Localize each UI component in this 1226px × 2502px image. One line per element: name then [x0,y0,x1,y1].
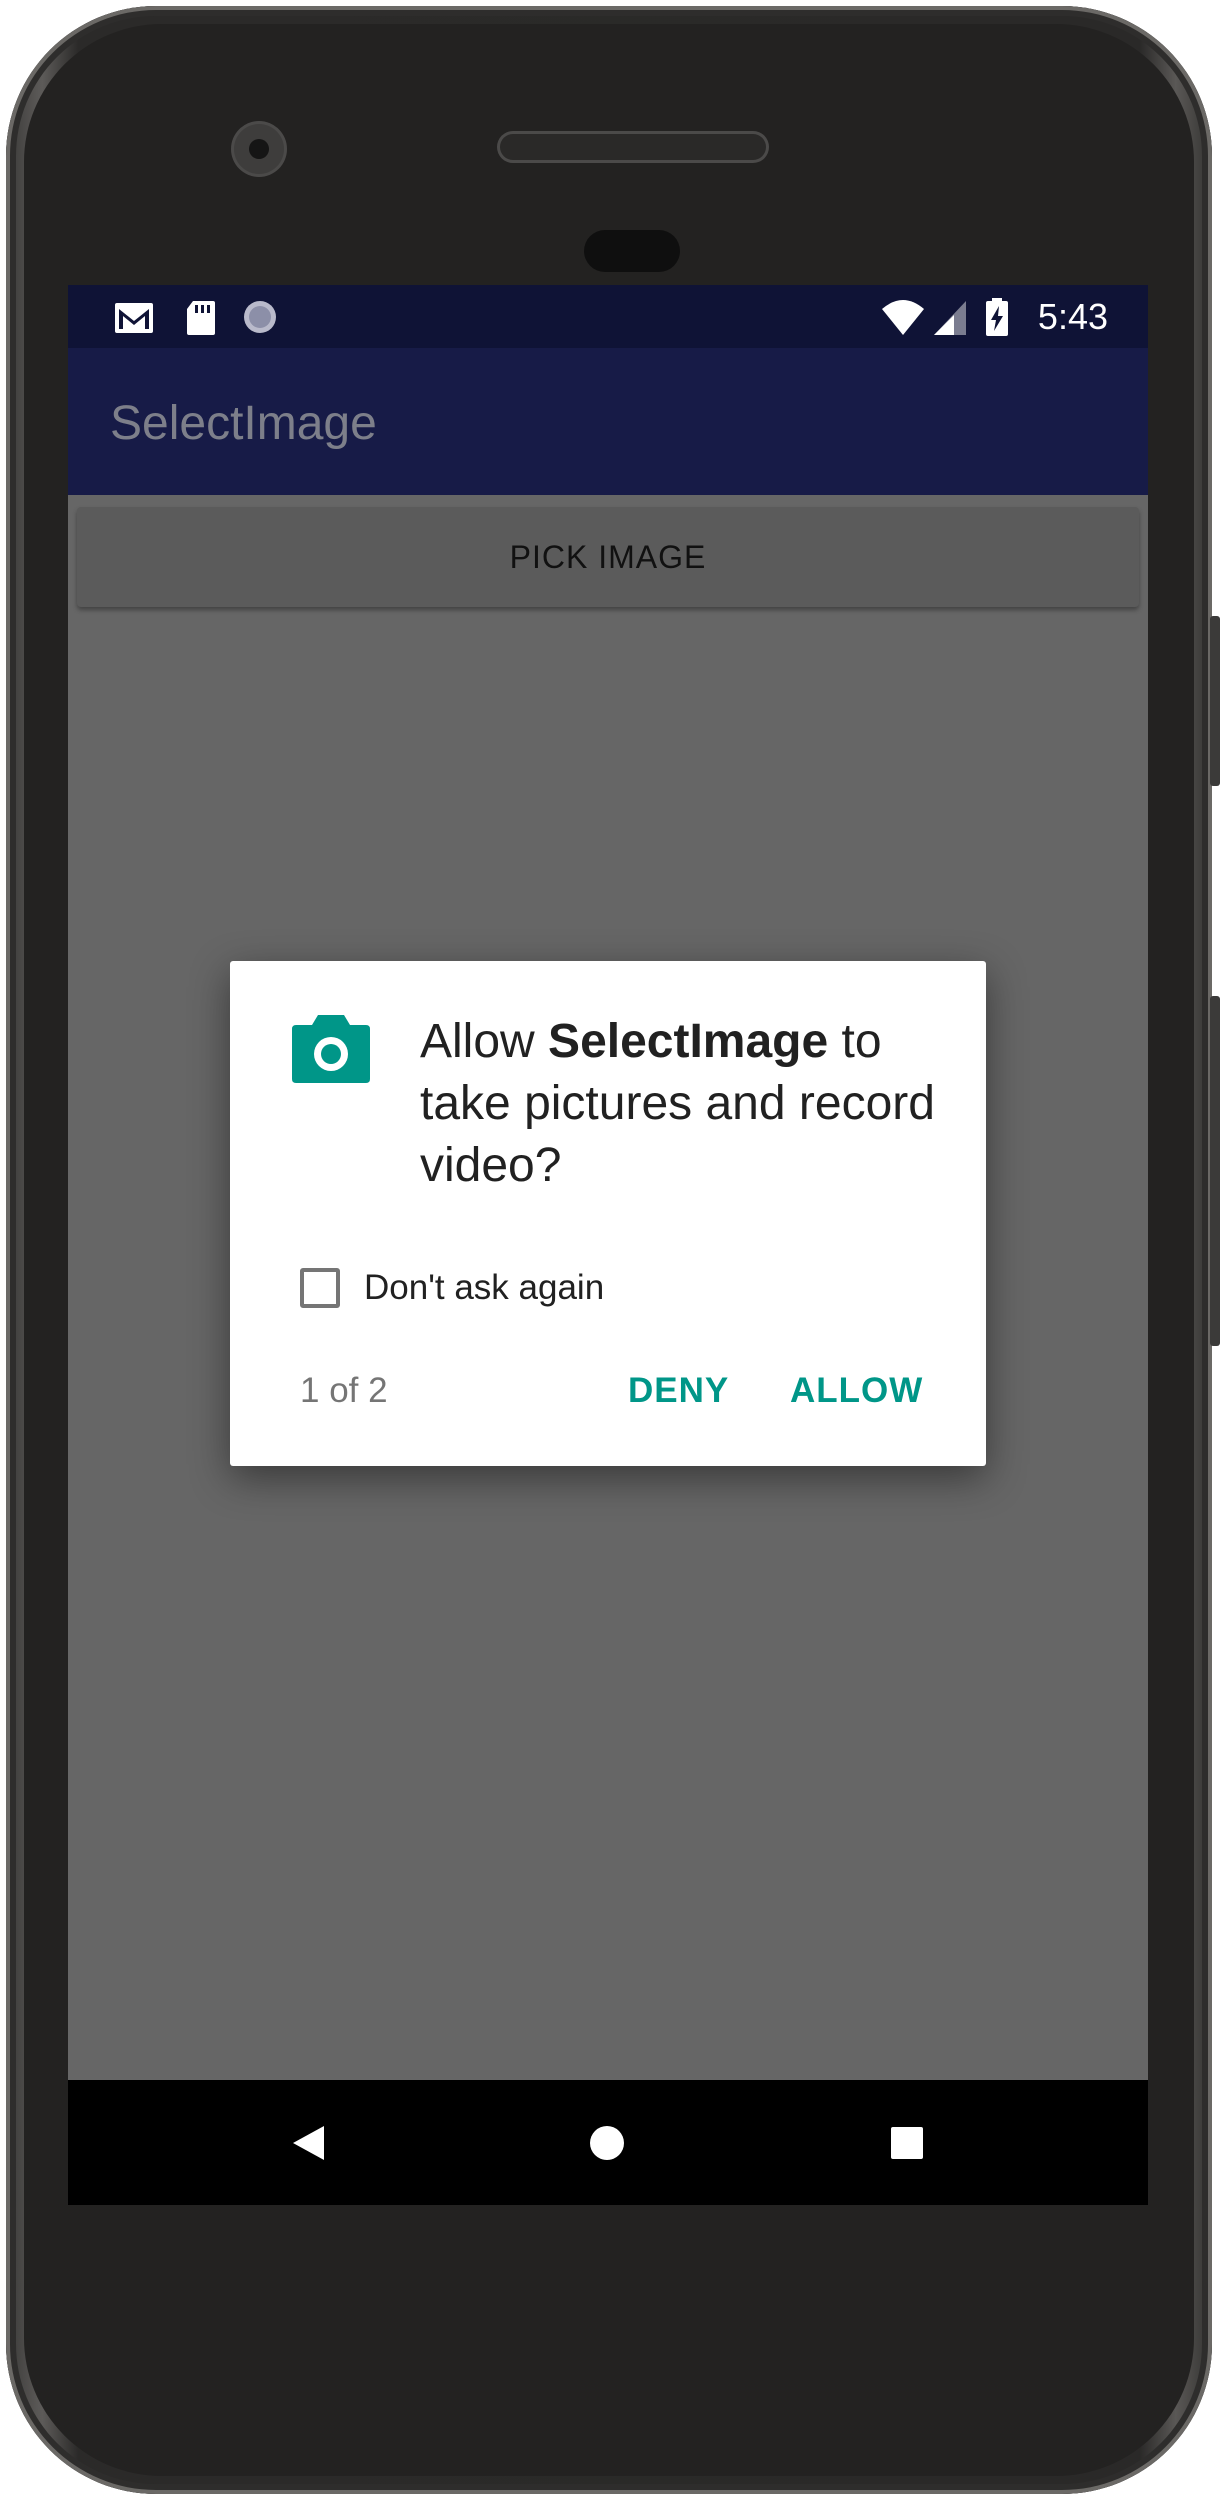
front-camera [234,124,284,174]
signal-icon [934,301,966,335]
screen: 5:43 SelectImage PICK IMAGE Allow Select… [68,285,1148,2205]
message-app-name: SelectImage [548,1015,829,1068]
sd-card-icon [187,301,215,335]
deny-button[interactable]: DENY [628,1371,729,1411]
dont-ask-again-label: Don't ask again [364,1268,605,1307]
battery-charging-icon [986,298,1008,336]
dont-ask-again-checkbox[interactable] [300,1268,340,1308]
permission-dialog: Allow SelectImage to take pictures and r… [230,961,986,1466]
page-indicator: 1 of 2 [300,1371,388,1410]
power-button [1210,616,1220,786]
gmail-icon [115,303,153,333]
home-icon[interactable] [589,2125,625,2161]
pick-image-button[interactable]: PICK IMAGE [77,507,1139,607]
message-prefix: Allow [420,1015,549,1068]
earpiece-speaker [500,134,766,160]
app-title: SelectImage [110,397,377,450]
app-bar: SelectImage [68,348,1148,495]
dont-ask-again-row[interactable]: Don't ask again [300,1263,604,1313]
wifi-icon [882,300,924,335]
sync-icon [244,301,276,333]
volume-button [1210,996,1220,1346]
permission-message: Allow SelectImage to take pictures and r… [420,1011,940,1197]
camera-icon [292,1015,370,1083]
status-clock: 5:43 [1037,296,1108,337]
allow-button[interactable]: ALLOW [790,1371,923,1411]
back-icon[interactable] [290,2124,326,2162]
status-bar: 5:43 [68,285,1148,348]
navigation-bar [68,2080,1148,2205]
recents-icon[interactable] [890,2126,924,2160]
proximity-sensor [584,230,680,272]
